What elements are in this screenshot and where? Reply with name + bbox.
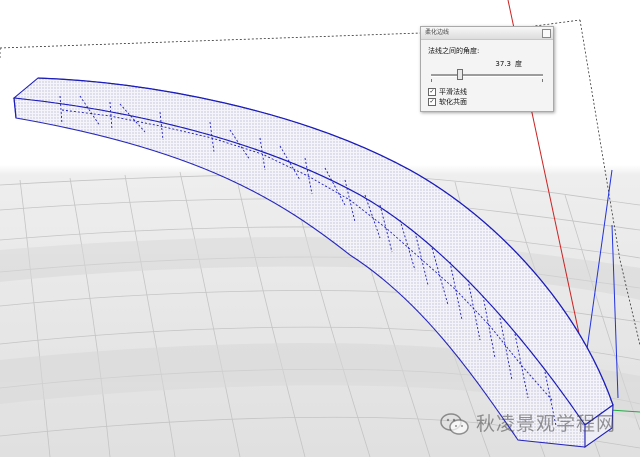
slider-tick-max xyxy=(542,79,543,82)
angle-slider-thumb[interactable] xyxy=(457,69,463,80)
sketchup-viewport[interactable]: 柔化边线 法线之间的角度: 37.3 度 ✓ 平滑法线 ✓ 软化共面 秋凌景观学… xyxy=(0,0,640,457)
wechat-logo-icon xyxy=(440,413,469,435)
watermark-text: 秋凌景观学程网 xyxy=(476,413,617,435)
soften-edges-dialog[interactable]: 柔化边线 法线之间的角度: 37.3 度 ✓ 平滑法线 ✓ 软化共面 xyxy=(420,26,554,112)
dialog-title: 柔化边线 xyxy=(425,29,450,36)
close-icon[interactable] xyxy=(542,29,551,38)
angle-unit: 度 xyxy=(515,60,522,68)
smooth-normals-label: 平滑法线 xyxy=(439,88,467,96)
angle-value: 37.3 xyxy=(495,60,511,68)
angle-label: 法线之间的角度: xyxy=(428,47,480,55)
soften-coplanar-label: 软化共面 xyxy=(439,98,467,106)
slider-tick-min xyxy=(431,79,432,82)
dialog-titlebar[interactable]: 柔化边线 xyxy=(421,27,553,40)
angle-slider-track[interactable] xyxy=(431,74,543,77)
smooth-normals-checkbox[interactable]: ✓ xyxy=(428,88,436,96)
soften-coplanar-checkbox[interactable]: ✓ xyxy=(428,98,436,106)
